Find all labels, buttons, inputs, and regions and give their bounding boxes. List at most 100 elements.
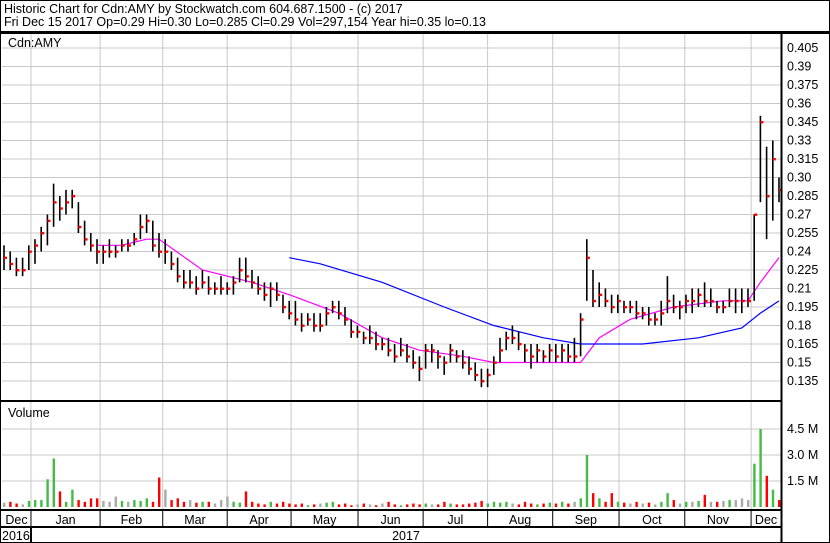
close-tick xyxy=(630,306,634,309)
volume-bar xyxy=(523,501,527,507)
volume-bar xyxy=(127,501,130,507)
close-tick xyxy=(599,293,603,297)
close-tick xyxy=(332,306,336,309)
volume-bar xyxy=(40,500,43,507)
volume-bar xyxy=(579,498,582,507)
close-tick xyxy=(233,281,237,284)
close-tick xyxy=(276,293,280,297)
volume-bar xyxy=(604,501,607,507)
volume-bar xyxy=(660,501,663,507)
volume-bar xyxy=(616,501,620,507)
volume-bar xyxy=(474,502,477,507)
month-label: Feb xyxy=(121,513,143,527)
volume-bar xyxy=(554,503,558,507)
volume-tick-label: 1.5 M xyxy=(787,474,818,488)
close-tick xyxy=(388,349,392,352)
volume-bar xyxy=(300,503,303,507)
volume-bar xyxy=(3,502,6,507)
close-tick xyxy=(121,244,125,247)
volume-bar xyxy=(71,489,74,507)
close-tick xyxy=(245,275,249,278)
price-tick-label: 0.15 xyxy=(787,356,811,370)
volume-bar xyxy=(189,500,192,507)
close-tick xyxy=(227,287,231,290)
close-tick xyxy=(338,312,342,315)
close-tick xyxy=(729,299,733,303)
volume-bar xyxy=(753,463,756,507)
close-tick xyxy=(661,312,665,315)
price-tick-label: 0.18 xyxy=(787,319,811,333)
volume-tick-label: 4.5 M xyxy=(787,422,818,436)
month-label: Oct xyxy=(642,513,662,527)
close-tick xyxy=(115,250,119,253)
price-tick-label: 0.225 xyxy=(787,263,818,277)
chart-title: Historic Chart for Cdn:AMY by Stockwatch… xyxy=(4,2,403,16)
volume-bar xyxy=(666,493,669,507)
close-tick xyxy=(376,343,379,346)
month-label: Aug xyxy=(509,513,531,527)
volume-bar xyxy=(542,503,545,507)
volume-bar xyxy=(114,496,117,507)
volume-bar xyxy=(573,501,576,507)
close-tick xyxy=(103,250,107,253)
close-tick xyxy=(295,318,299,321)
volume-bar xyxy=(709,501,713,507)
close-tick xyxy=(555,355,559,358)
close-tick xyxy=(605,299,609,303)
volume-bar xyxy=(319,503,322,507)
price-tick-label: 0.345 xyxy=(787,115,818,129)
close-tick xyxy=(419,367,423,371)
close-tick xyxy=(462,361,466,364)
volume-bar xyxy=(561,501,564,507)
close-tick xyxy=(109,250,113,253)
close-tick xyxy=(59,207,63,210)
chart-frame xyxy=(0,0,830,543)
month-label: Jun xyxy=(380,513,400,527)
close-tick xyxy=(53,201,57,204)
volume-bar xyxy=(306,505,310,507)
volume-bar xyxy=(598,498,601,507)
volume-bar xyxy=(350,505,353,507)
month-label: Jul xyxy=(447,513,463,527)
close-tick xyxy=(208,287,212,290)
volume-bar xyxy=(740,498,744,507)
close-tick xyxy=(624,306,627,309)
close-tick xyxy=(196,287,200,290)
volume-bar xyxy=(654,504,657,507)
volume-bar xyxy=(251,501,254,507)
price-tick-label: 0.135 xyxy=(787,374,818,388)
close-tick xyxy=(214,287,218,290)
close-tick xyxy=(487,373,491,377)
volume-bar xyxy=(294,504,297,507)
volume-bar xyxy=(548,502,551,507)
volume-bar xyxy=(517,504,520,507)
volume-bar xyxy=(623,502,626,507)
volume-bar xyxy=(585,455,589,507)
close-tick xyxy=(475,373,479,377)
close-tick xyxy=(580,318,584,321)
volume-bar xyxy=(635,501,638,507)
volume-bar xyxy=(375,505,378,507)
volume-bar xyxy=(381,503,384,507)
volume-bar xyxy=(418,504,421,507)
volume-bar xyxy=(220,500,223,507)
volume-bar xyxy=(52,458,55,507)
close-tick xyxy=(617,299,621,303)
close-tick xyxy=(28,250,32,253)
volume-bar xyxy=(83,501,86,507)
close-tick xyxy=(351,330,355,334)
close-tick xyxy=(270,287,274,290)
volume-bar xyxy=(511,503,514,507)
close-tick xyxy=(239,269,243,272)
volume-bar xyxy=(536,504,539,507)
close-tick xyxy=(165,250,169,253)
volume-bar xyxy=(641,503,644,507)
volume-bar xyxy=(164,489,167,507)
volume-bar xyxy=(443,501,446,507)
close-tick xyxy=(562,349,565,352)
volume-bar xyxy=(505,501,508,507)
volume-bar xyxy=(65,501,68,507)
close-tick xyxy=(307,318,311,321)
volume-bar xyxy=(765,475,768,507)
volume-bar xyxy=(629,503,632,507)
